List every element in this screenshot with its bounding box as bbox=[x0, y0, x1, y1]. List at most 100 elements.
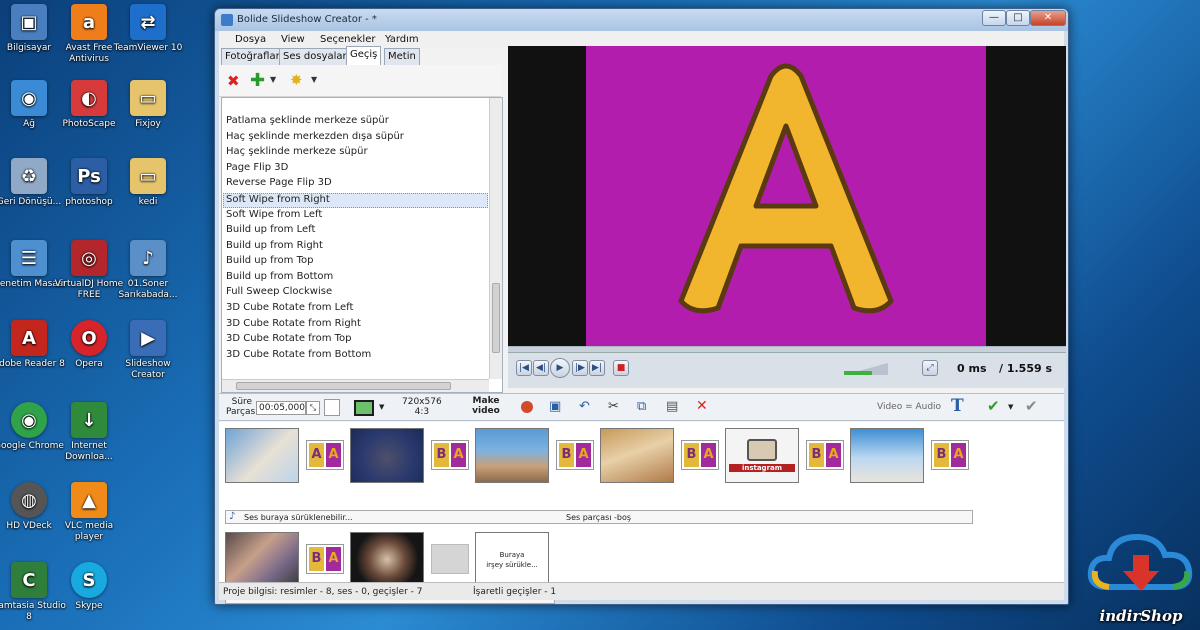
prev-button[interactable]: ◀| bbox=[533, 360, 549, 376]
drop-target[interactable]: Buraya irşey sürükle... bbox=[475, 532, 549, 587]
duration-lock-icon[interactable]: ⤡ bbox=[306, 401, 320, 415]
fit-image-icon[interactable] bbox=[354, 400, 374, 416]
list-item[interactable]: Haç şeklinde merkezden dışa süpür bbox=[226, 131, 404, 146]
minimize-button[interactable]: — bbox=[982, 10, 1006, 26]
horizontal-scrollbar[interactable] bbox=[222, 379, 489, 392]
undo-icon[interactable]: ↶ bbox=[579, 399, 590, 414]
desktop-icon-fixjoy[interactable]: ▭ Fixjoy bbox=[109, 80, 187, 130]
transition-thumbnail[interactable]: BA bbox=[431, 440, 469, 470]
list-item[interactable]: Build up from Top bbox=[226, 255, 313, 270]
desktop-icon-skype[interactable]: S Skype bbox=[50, 562, 128, 612]
list-item[interactable]: 3D Cube Rotate from Right bbox=[226, 318, 361, 333]
desktop-icon-mp3[interactable]: ♪ 01.Soner Sarıkabada... bbox=[109, 240, 187, 301]
copy-icon[interactable]: ⧉ bbox=[637, 399, 646, 414]
next-button[interactable]: |▶ bbox=[572, 360, 588, 376]
desktop-icon-idm[interactable]: ↓ Internet Downloa... bbox=[50, 402, 128, 463]
desktop-icon-kedi[interactable]: ▭ kedi bbox=[109, 158, 187, 208]
record-icon[interactable] bbox=[521, 401, 533, 413]
list-item[interactable]: Patlama şeklinde merkeze süpür bbox=[226, 115, 389, 130]
slide-thumbnail[interactable] bbox=[850, 428, 924, 483]
list-item[interactable]: 3D Cube Rotate from Bottom bbox=[226, 349, 371, 364]
dropdown-icon[interactable]: ▼ bbox=[379, 403, 384, 411]
title-bar[interactable]: Bolide Slideshow Creator - * — □ ✕ bbox=[215, 9, 1068, 31]
apply-all-icon[interactable]: ✔ bbox=[1025, 397, 1038, 415]
slide-thumbnail[interactable] bbox=[475, 428, 549, 483]
dropdown-icon[interactable]: ▼ bbox=[311, 75, 317, 84]
photoscape-icon: ◐ bbox=[71, 80, 107, 116]
scroll-thumb[interactable] bbox=[236, 382, 451, 390]
desktop-icon-teamviewer[interactable]: ⇄ TeamViewer 10 bbox=[109, 4, 187, 54]
fullscreen-button[interactable]: ⤢ bbox=[922, 360, 938, 376]
list-item[interactable]: 3D Cube Rotate from Top bbox=[226, 333, 351, 348]
vertical-scrollbar[interactable] bbox=[489, 98, 502, 379]
transition-thumbnail[interactable]: BA bbox=[556, 440, 594, 470]
menu-options[interactable]: Seçenekler bbox=[320, 34, 375, 45]
slide-thumbnail[interactable] bbox=[600, 428, 674, 483]
tab-audio[interactable]: Ses dosyaları bbox=[279, 48, 354, 65]
close-button[interactable]: ✕ bbox=[1030, 10, 1066, 26]
effects-icon[interactable]: ✸ bbox=[290, 71, 303, 89]
color-box[interactable] bbox=[324, 399, 340, 416]
rewind-start-button[interactable]: |◀ bbox=[516, 360, 532, 376]
tab-photos[interactable]: Fotoğraflar bbox=[221, 48, 284, 65]
slide-thumbnail[interactable] bbox=[225, 532, 299, 587]
video-equals-audio-label[interactable]: Video = Audio bbox=[877, 402, 941, 412]
volume-slider[interactable] bbox=[844, 361, 888, 375]
tab-transitions[interactable]: Geçiş bbox=[346, 46, 382, 65]
menu-file[interactable]: Dosya bbox=[235, 34, 266, 45]
paste-icon[interactable]: ▤ bbox=[666, 399, 678, 414]
stop-button[interactable]: ■ bbox=[613, 360, 629, 376]
slide-thumbnail[interactable] bbox=[350, 428, 424, 483]
text-icon[interactable]: T bbox=[951, 396, 964, 416]
network-icon: ◉ bbox=[11, 80, 47, 116]
tab-text[interactable]: Metin bbox=[384, 48, 420, 65]
desktop-icon-vlc[interactable]: ▲ VLC media player bbox=[50, 482, 128, 543]
vlc-icon: ▲ bbox=[71, 482, 107, 518]
empty-transition-slot[interactable] bbox=[431, 544, 469, 574]
list-item[interactable]: Build up from Right bbox=[226, 240, 323, 255]
transition-thumbnail[interactable]: BA bbox=[806, 440, 844, 470]
list-item[interactable]: Page Flip 3D bbox=[226, 162, 288, 177]
menu-view[interactable]: View bbox=[281, 34, 305, 45]
chrome-icon: ◉ bbox=[11, 402, 47, 438]
preview-slide bbox=[586, 46, 986, 346]
apply-icon[interactable]: ✔ bbox=[987, 397, 1000, 415]
list-item[interactable]: Build up from Bottom bbox=[226, 271, 333, 286]
slide-thumbnail[interactable] bbox=[350, 532, 424, 587]
cut-icon[interactable]: ✂ bbox=[608, 399, 619, 414]
forward-end-button[interactable]: ▶| bbox=[589, 360, 605, 376]
control-panel-icon: ☰ bbox=[11, 240, 47, 276]
slideshow-creator-icon: ▶ bbox=[130, 320, 166, 356]
list-item[interactable]: Soft Wipe from Left bbox=[226, 209, 322, 224]
list-item[interactable]: Full Sweep Clockwise bbox=[226, 286, 332, 301]
folder-icon: ▭ bbox=[130, 158, 166, 194]
seek-bar[interactable] bbox=[508, 347, 1066, 353]
transition-thumbnail[interactable]: AA bbox=[306, 440, 344, 470]
resolution-label[interactable]: 720x576 4:3 bbox=[402, 397, 442, 417]
maximize-button[interactable]: □ bbox=[1006, 10, 1030, 26]
remove-icon[interactable]: ✕ bbox=[696, 398, 708, 414]
scroll-thumb[interactable] bbox=[492, 283, 500, 353]
slide-thumbnail[interactable]: instagram bbox=[725, 428, 799, 483]
add-icon[interactable]: ✚ bbox=[250, 70, 265, 91]
duration-input[interactable]: 00:05,000 bbox=[256, 401, 306, 415]
list-item[interactable]: Haç şeklinde merkeze süpür bbox=[226, 146, 368, 161]
list-item[interactable]: Reverse Page Flip 3D bbox=[226, 177, 332, 192]
slide-thumbnail[interactable] bbox=[225, 428, 299, 483]
delete-icon[interactable]: ✖ bbox=[227, 72, 240, 90]
avast-icon: a bbox=[71, 4, 107, 40]
list-item[interactable]: 3D Cube Rotate from Left bbox=[226, 302, 353, 317]
audio-track[interactable]: ♪ Ses buraya sürüklenebilir... Ses parça… bbox=[225, 510, 973, 524]
list-item[interactable]: Build up from Left bbox=[226, 224, 315, 239]
transition-thumbnail[interactable]: BA bbox=[306, 544, 344, 574]
transition-thumbnail[interactable]: BA bbox=[681, 440, 719, 470]
transition-thumbnail[interactable]: BA bbox=[931, 440, 969, 470]
play-button[interactable]: ▶ bbox=[550, 358, 570, 378]
dropdown-icon[interactable]: ▼ bbox=[1008, 403, 1013, 411]
save-icon[interactable]: ▣ bbox=[549, 399, 561, 414]
menu-help[interactable]: Yardım bbox=[385, 34, 419, 45]
make-video-button[interactable]: Make video bbox=[471, 396, 501, 416]
dropdown-icon[interactable]: ▼ bbox=[270, 75, 276, 84]
desktop-icon-slideshow[interactable]: ▶ Slideshow Creator bbox=[109, 320, 187, 381]
list-item-selected[interactable]: Soft Wipe from Right bbox=[223, 193, 488, 208]
